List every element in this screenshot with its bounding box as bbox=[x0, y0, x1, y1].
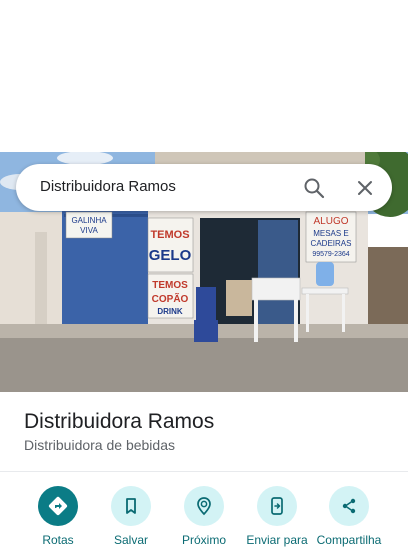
place-title: Distribuidora Ramos bbox=[24, 410, 215, 433]
sign-gelo-line1: TEMOS bbox=[150, 229, 189, 241]
search-bar[interactable]: Distribuidora Ramos bbox=[16, 164, 392, 211]
sign-galinha-line2: VIVA bbox=[80, 226, 98, 235]
nearby-icon bbox=[184, 486, 224, 526]
sign-aluga-phone: 99579-2364 bbox=[312, 251, 349, 258]
nearby-label: Próximo bbox=[181, 533, 226, 547]
search-input[interactable]: Distribuidora Ramos bbox=[40, 178, 176, 195]
search-icon[interactable] bbox=[302, 176, 326, 200]
directions-label: Rotas bbox=[42, 533, 74, 547]
sign-galinha-line1: GALINHA bbox=[71, 216, 107, 225]
send-to-phone-icon bbox=[257, 486, 297, 526]
directions-button[interactable]: Rotas bbox=[21, 486, 95, 547]
share-icon bbox=[329, 486, 369, 526]
save-label: Salvar bbox=[113, 533, 148, 547]
sign-aluga-line1: ALUGO bbox=[313, 216, 348, 227]
sign-copao-line3: DRINK bbox=[157, 307, 183, 316]
sign-aluga-line2: MESAS E bbox=[313, 229, 349, 238]
directions-icon bbox=[38, 486, 78, 526]
map-area-blank bbox=[0, 0, 408, 152]
share-button[interactable]: Compartilha bbox=[312, 486, 386, 547]
send-to-phone-button[interactable]: Enviar para bbox=[240, 486, 314, 547]
share-label: Compartilha bbox=[316, 533, 382, 547]
send-to-phone-label: Enviar para bbox=[246, 533, 308, 547]
sign-aluga-line3: CADEIRAS bbox=[311, 239, 352, 248]
nearby-button[interactable]: Próximo bbox=[167, 486, 241, 547]
close-icon[interactable] bbox=[353, 176, 377, 200]
sign-copao-line2: COPÃO bbox=[152, 292, 189, 305]
save-button[interactable]: Salvar bbox=[94, 486, 168, 547]
sign-gelo-line2: GELO bbox=[149, 247, 192, 264]
place-category: Distribuidora de bebidas bbox=[24, 437, 175, 453]
bookmark-icon bbox=[111, 486, 151, 526]
divider bbox=[0, 471, 408, 472]
sign-copao-line1: TEMOS bbox=[152, 280, 188, 291]
